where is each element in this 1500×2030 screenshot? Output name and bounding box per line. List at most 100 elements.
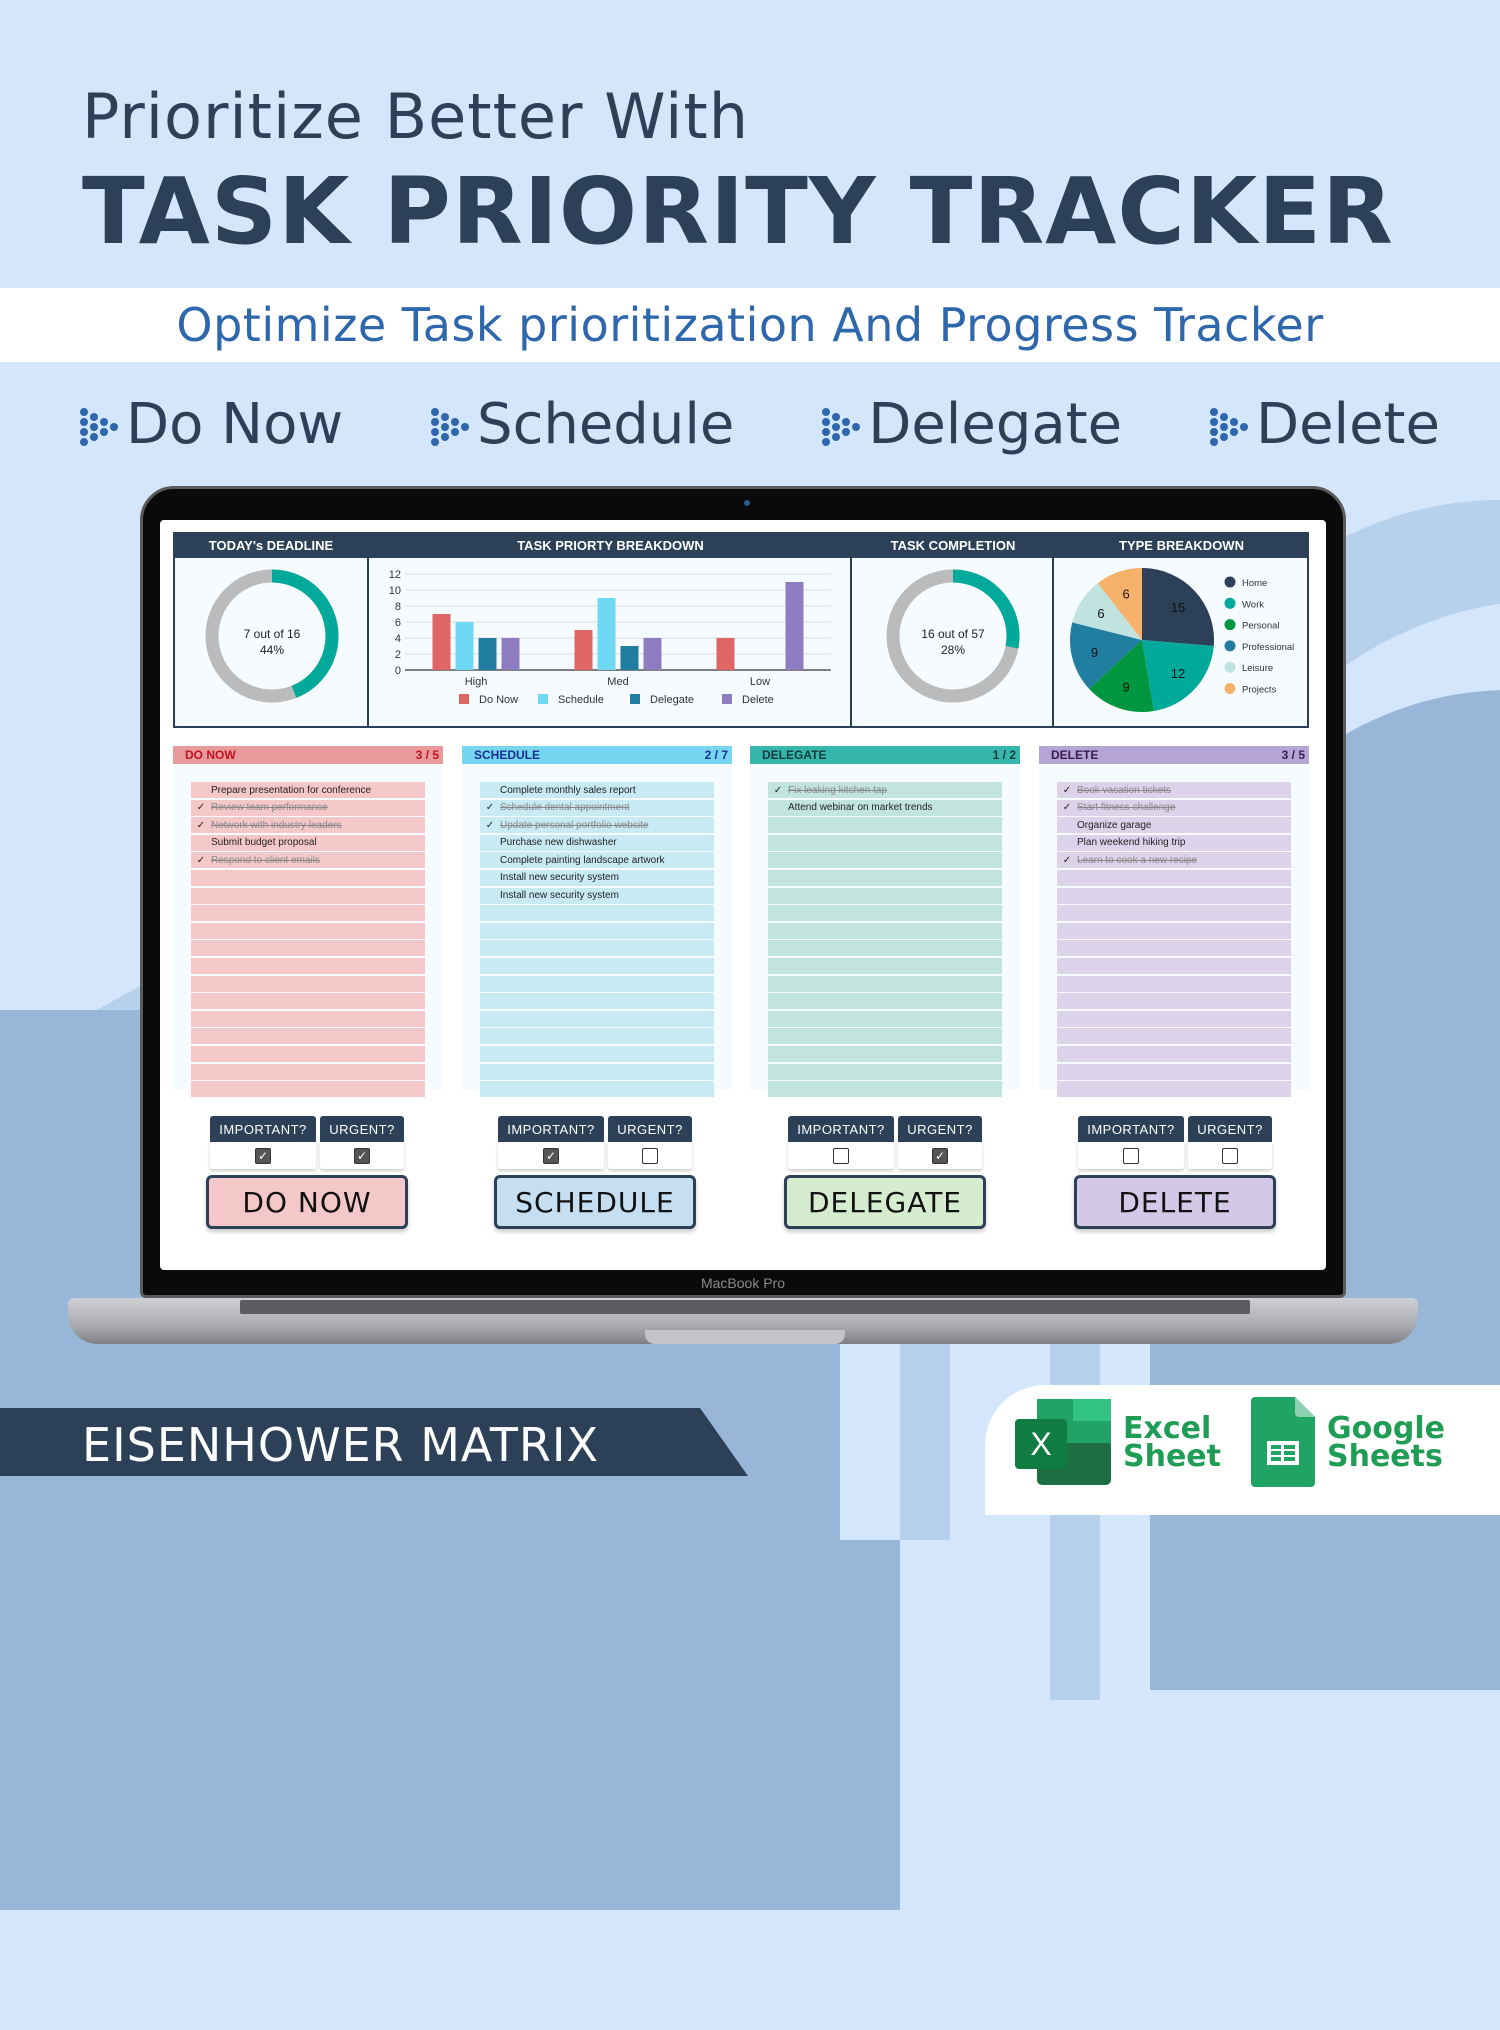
list-item[interactable] [1057,922,1291,939]
list-item[interactable] [768,887,1002,904]
list-item[interactable] [480,1028,714,1045]
list-item[interactable] [1057,1081,1291,1098]
list-item[interactable] [480,1063,714,1080]
result-button[interactable]: DELEGATE [784,1175,986,1229]
list-item[interactable] [480,993,714,1010]
checkmark-icon[interactable]: ✓ [191,855,211,866]
list-item[interactable] [191,905,425,922]
list-item[interactable]: ✓ Schedule dental appointment [480,799,714,816]
list-item[interactable] [191,869,425,886]
task-text: Start fitness challenge [1077,802,1176,814]
list-item[interactable]: Submit budget proposal [191,834,425,851]
pie-data-label: 9 [1122,679,1129,694]
list-item[interactable] [768,940,1002,957]
laptop-keyboard [240,1300,1250,1314]
list-item[interactable] [191,993,425,1010]
list-item[interactable]: Install new security system [480,869,714,886]
list-item[interactable] [1057,1045,1291,1062]
result-button[interactable]: SCHEDULE [494,1175,696,1229]
result-button[interactable]: DO NOW [206,1175,408,1229]
list-item[interactable] [768,1028,1002,1045]
list-item[interactable] [191,922,425,939]
important-checkbox[interactable] [833,1147,849,1164]
list-item[interactable]: Install new security system [480,887,714,904]
list-item[interactable]: Organize garage [1057,817,1291,834]
list-item[interactable] [480,1045,714,1062]
list-item[interactable]: Purchase new dishwasher [480,834,714,851]
list-item[interactable] [1057,905,1291,922]
list-item[interactable] [1057,940,1291,957]
list-item[interactable] [191,975,425,992]
list-item[interactable] [480,940,714,957]
list-item[interactable]: ✓ Fix leaking kitchen tap [768,782,1002,798]
list-item[interactable] [768,957,1002,974]
checkmark-icon[interactable]: ✓ [480,802,500,813]
checkmark-icon[interactable]: ✓ [1057,785,1077,796]
important-checkbox[interactable]: ✓ [543,1147,559,1164]
list-item[interactable]: ✓ Book vacation tickets [1057,782,1291,798]
urgent-checkbox[interactable]: ✓ [932,1147,948,1164]
list-item[interactable]: Plan weekend hiking trip [1057,834,1291,851]
list-item[interactable] [768,869,1002,886]
list-item[interactable] [1057,1028,1291,1045]
list-item[interactable] [768,922,1002,939]
list-item[interactable] [480,975,714,992]
list-item[interactable] [768,834,1002,851]
list-item[interactable]: ✓ Update personal portfolio website [480,817,714,834]
list-item[interactable] [191,1028,425,1045]
category-delete: Delete [1209,392,1440,457]
list-item[interactable] [768,1063,1002,1080]
list-item[interactable] [191,1010,425,1027]
list-item[interactable] [1057,1010,1291,1027]
list-item[interactable]: Prepare presentation for conference [191,782,425,798]
important-checkbox[interactable]: ✓ [255,1147,271,1164]
list-item[interactable] [1057,993,1291,1010]
checkmark-icon[interactable]: ✓ [1057,855,1077,866]
task-text: Network with industry leaders [211,819,342,831]
list-item[interactable] [191,1081,425,1098]
list-item[interactable]: Complete painting landscape artwork [480,852,714,869]
list-item[interactable]: ✓ Network with industry leaders [191,817,425,834]
bar-do-now-high [432,614,451,670]
list-item[interactable] [768,993,1002,1010]
list-item[interactable] [191,1063,425,1080]
list-item[interactable] [768,852,1002,869]
list-item[interactable] [768,817,1002,834]
important-checkbox[interactable] [1123,1147,1139,1164]
list-item[interactable] [480,1010,714,1027]
list-item[interactable] [191,887,425,904]
list-item[interactable]: Attend webinar on market trends [768,799,1002,816]
list-item[interactable] [768,905,1002,922]
list-item[interactable] [480,922,714,939]
list-item[interactable] [1057,887,1291,904]
list-item[interactable] [768,1010,1002,1027]
list-item[interactable] [1057,975,1291,992]
list-item[interactable] [480,905,714,922]
list-item[interactable] [1057,869,1291,886]
list-item[interactable]: Complete monthly sales report [480,782,714,798]
legend-label: Work [1242,599,1264,610]
checkmark-icon[interactable]: ✓ [1057,802,1077,813]
result-button[interactable]: DELETE [1074,1175,1276,1229]
list-item[interactable] [191,957,425,974]
urgent-checkbox[interactable] [642,1147,658,1164]
urgent-checkbox[interactable] [1222,1147,1238,1164]
urgent-checkbox[interactable]: ✓ [354,1147,370,1164]
list-item[interactable] [1057,1063,1291,1080]
list-item[interactable] [768,975,1002,992]
list-item[interactable] [768,1081,1002,1098]
list-item[interactable]: ✓ Review team performance [191,799,425,816]
list-item[interactable]: ✓ Learn to cook a new recipe [1057,852,1291,869]
list-item[interactable] [191,1045,425,1062]
list-item[interactable] [480,957,714,974]
checkmark-icon[interactable]: ✓ [191,802,211,813]
list-item[interactable]: ✓ Respond to client emails [191,852,425,869]
checkmark-icon[interactable]: ✓ [480,820,500,831]
list-item[interactable]: ✓ Start fitness challenge [1057,799,1291,816]
checkmark-icon[interactable]: ✓ [768,785,788,796]
list-item[interactable] [480,1081,714,1098]
list-item[interactable] [1057,957,1291,974]
list-item[interactable] [191,940,425,957]
list-item[interactable] [768,1045,1002,1062]
checkmark-icon[interactable]: ✓ [191,820,211,831]
